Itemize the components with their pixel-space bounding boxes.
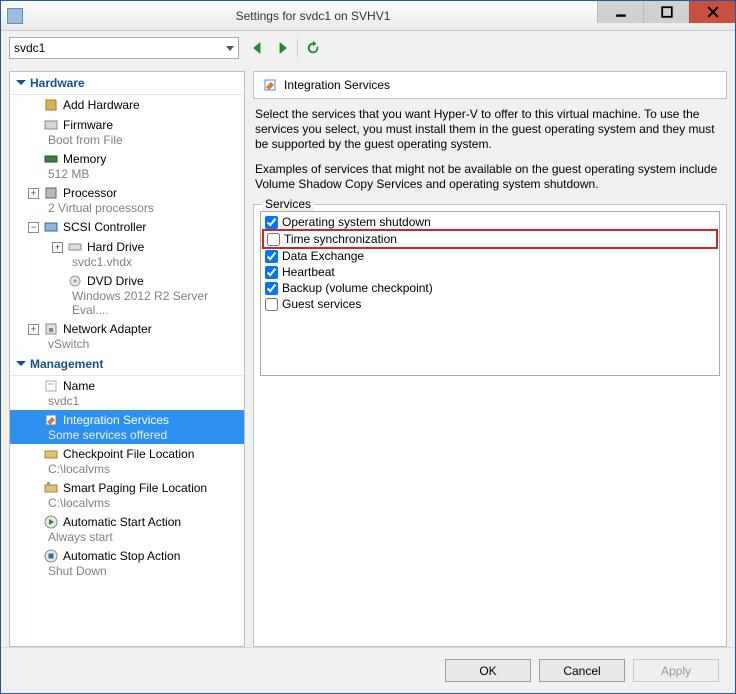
expand-icon[interactable]: + bbox=[52, 242, 63, 253]
vm-selector-value: svdc1 bbox=[14, 41, 45, 55]
processor-icon bbox=[43, 185, 59, 201]
service-row[interactable]: Operating system shutdown bbox=[263, 214, 717, 230]
tree-name[interactable]: Name svdc1 bbox=[10, 376, 244, 410]
tree-dvd-drive[interactable]: DVD Drive Windows 2012 R2 Server Eval...… bbox=[10, 271, 244, 319]
dialog-buttons: OK Cancel Apply bbox=[1, 647, 735, 693]
tree-scsi[interactable]: −SCSI Controller bbox=[10, 217, 244, 237]
highlight-box: Time synchronization bbox=[262, 229, 718, 249]
hardware-section-header[interactable]: Hardware bbox=[10, 72, 244, 95]
paging-icon bbox=[43, 480, 59, 496]
service-label: Data Exchange bbox=[282, 249, 364, 263]
refresh-button[interactable] bbox=[304, 39, 322, 57]
panel-header: Integration Services bbox=[253, 71, 727, 99]
services-legend: Services bbox=[262, 197, 314, 211]
tree-checkpoint-location[interactable]: Checkpoint File Location C:\localvms bbox=[10, 444, 244, 478]
add-hardware-icon bbox=[43, 97, 59, 113]
tree-network-adapter[interactable]: +Network Adapter vSwitch bbox=[10, 319, 244, 353]
panel-desc-2: Examples of services that might not be a… bbox=[253, 160, 727, 200]
vm-selector[interactable]: svdc1 bbox=[9, 37, 239, 59]
services-list: Operating system shutdown Time synchroniz… bbox=[260, 211, 720, 376]
expand-icon[interactable]: + bbox=[28, 324, 39, 335]
name-icon bbox=[43, 378, 59, 394]
integration-icon bbox=[262, 77, 278, 93]
tree-firmware[interactable]: Firmware Boot from File bbox=[10, 115, 244, 149]
hard-drive-icon bbox=[67, 239, 83, 255]
management-section-header[interactable]: Management bbox=[10, 353, 244, 376]
panel-title: Integration Services bbox=[284, 78, 390, 92]
tree-auto-stop[interactable]: Automatic Stop Action Shut Down bbox=[10, 546, 244, 580]
service-label: Time synchronization bbox=[284, 232, 397, 246]
caret-down-icon bbox=[16, 361, 26, 366]
panel-desc-1: Select the services that you want Hyper-… bbox=[253, 99, 727, 160]
start-icon bbox=[43, 514, 59, 530]
service-row[interactable]: Data Exchange bbox=[263, 248, 717, 264]
tree-memory[interactable]: Memory 512 MB bbox=[10, 149, 244, 183]
service-row[interactable]: Guest services bbox=[263, 296, 717, 312]
window-controls bbox=[597, 1, 735, 30]
checkpoint-icon bbox=[43, 446, 59, 462]
service-checkbox[interactable] bbox=[265, 250, 278, 263]
caret-down-icon bbox=[16, 80, 26, 85]
network-icon bbox=[43, 321, 59, 337]
firmware-icon bbox=[43, 117, 59, 133]
service-checkbox[interactable] bbox=[267, 233, 280, 246]
tree-integration-services[interactable]: Integration Services Some services offer… bbox=[10, 410, 244, 444]
service-row[interactable]: Backup (volume checkpoint) bbox=[263, 280, 717, 296]
scsi-icon bbox=[43, 219, 59, 235]
maximize-button[interactable] bbox=[643, 1, 689, 23]
service-row[interactable]: Heartbeat bbox=[263, 264, 717, 280]
settings-window: Settings for svdc1 on SVHV1 svdc1 Hardwa… bbox=[0, 0, 736, 694]
stop-icon bbox=[43, 548, 59, 564]
memory-icon bbox=[43, 151, 59, 167]
integration-icon bbox=[43, 412, 59, 428]
nav-next-button[interactable] bbox=[273, 39, 291, 57]
service-label: Backup (volume checkpoint) bbox=[282, 281, 433, 295]
tree-auto-start[interactable]: Automatic Start Action Always start bbox=[10, 512, 244, 546]
minimize-button[interactable] bbox=[597, 1, 643, 23]
nav-tree: Hardware Add Hardware Firmware Boot from… bbox=[9, 71, 245, 647]
service-checkbox[interactable] bbox=[265, 266, 278, 279]
collapse-icon[interactable]: − bbox=[28, 222, 39, 233]
service-row[interactable]: Time synchronization bbox=[265, 231, 715, 247]
titlebar[interactable]: Settings for svdc1 on SVHV1 bbox=[1, 1, 735, 31]
service-checkbox[interactable] bbox=[265, 282, 278, 295]
service-label: Heartbeat bbox=[282, 265, 335, 279]
ok-button[interactable]: OK bbox=[445, 659, 531, 682]
chevron-down-icon bbox=[226, 46, 234, 51]
nav-prev-button[interactable] bbox=[249, 39, 267, 57]
close-button[interactable] bbox=[689, 1, 735, 23]
window-title: Settings for svdc1 on SVHV1 bbox=[29, 9, 597, 23]
service-checkbox[interactable] bbox=[265, 298, 278, 311]
tree-paging-location[interactable]: Smart Paging File Location C:\localvms bbox=[10, 478, 244, 512]
services-fieldset: Services Operating system shutdownTime s… bbox=[253, 204, 727, 647]
expand-icon[interactable]: + bbox=[28, 188, 39, 199]
toolbar: svdc1 bbox=[1, 31, 735, 65]
tree-processor[interactable]: +Processor 2 Virtual processors bbox=[10, 183, 244, 217]
apply-button: Apply bbox=[633, 659, 719, 682]
cancel-button[interactable]: Cancel bbox=[539, 659, 625, 682]
separator bbox=[297, 39, 298, 57]
service-label: Operating system shutdown bbox=[282, 215, 431, 229]
service-label: Guest services bbox=[282, 297, 361, 311]
app-icon bbox=[7, 8, 23, 24]
service-checkbox[interactable] bbox=[265, 216, 278, 229]
tree-hard-drive[interactable]: +Hard Drive svdc1.vhdx bbox=[10, 237, 244, 271]
dvd-icon bbox=[67, 273, 83, 289]
tree-add-hardware[interactable]: Add Hardware bbox=[10, 95, 244, 115]
